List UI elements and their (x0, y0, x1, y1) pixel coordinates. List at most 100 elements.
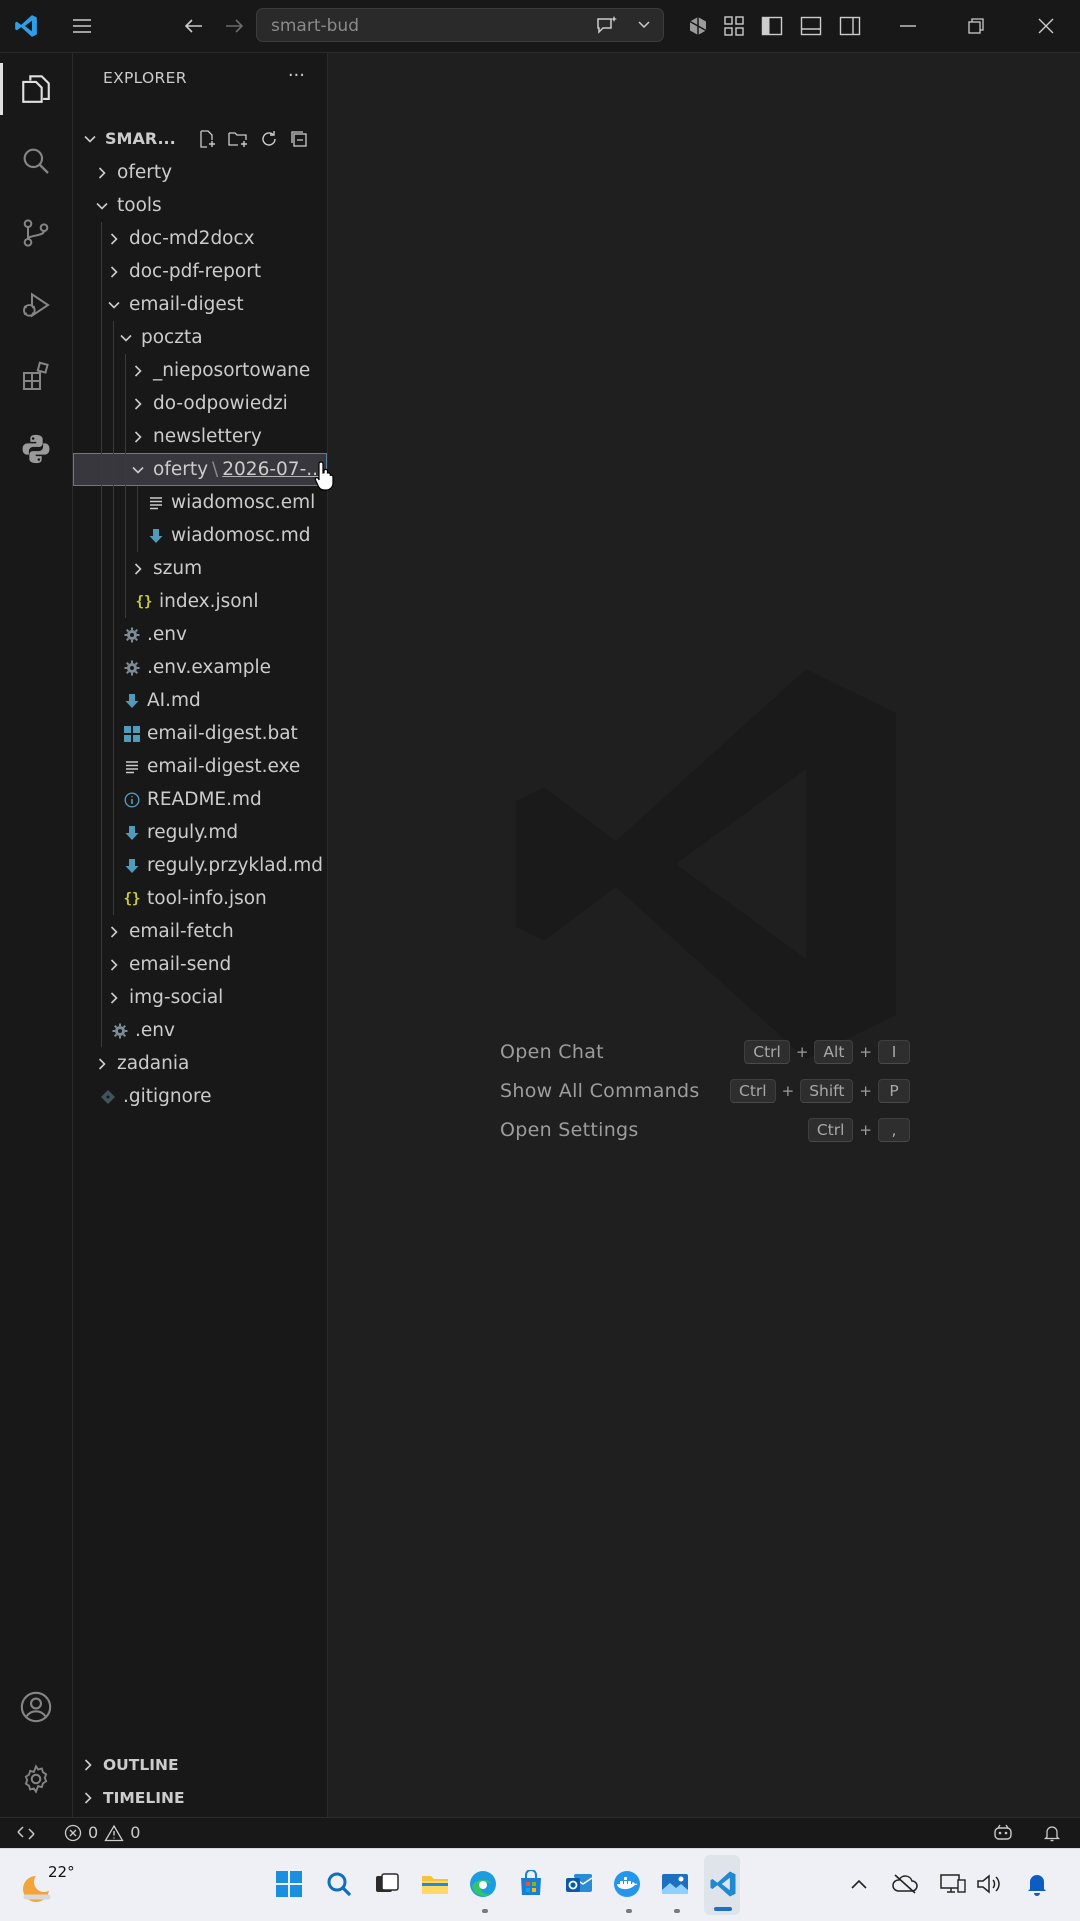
weather-widget[interactable]: 22° (14, 1863, 75, 1907)
manage-gear-icon[interactable] (0, 1743, 72, 1815)
tree-folder-row[interactable]: tools (73, 189, 327, 222)
shortcut-hint-row[interactable]: Open Chat Ctrl + Alt + I (500, 1037, 910, 1067)
explorer-icon[interactable] (0, 53, 72, 125)
new-file-icon[interactable] (197, 129, 217, 149)
toggle-primary-sidebar-icon[interactable] (758, 12, 786, 40)
tree-folder-row[interactable]: oferty \ 2026-07-... (73, 453, 327, 486)
tree-file-row[interactable]: email-digest.bat (73, 717, 327, 750)
tree-file-row[interactable]: .env (73, 618, 327, 651)
file-explorer-icon[interactable] (418, 1867, 452, 1901)
timeline-section[interactable]: TIMELINE (73, 1781, 327, 1814)
tree-file-row[interactable]: reguly.md (73, 816, 327, 849)
chevron-down-icon (129, 461, 147, 479)
edge-browser-icon[interactable] (466, 1867, 500, 1901)
tree-file-row[interactable]: reguly.przyklad.md (73, 849, 327, 882)
tree-folder-row[interactable]: email-send (73, 948, 327, 981)
tree-file-row[interactable]: AI.md (73, 684, 327, 717)
extensions-icon[interactable] (0, 341, 72, 413)
new-folder-icon[interactable] (227, 129, 249, 149)
customize-layout-icon[interactable] (720, 12, 748, 40)
volume-icon[interactable] (972, 1867, 1006, 1901)
tree-folder-row[interactable]: do-odpowiedzi (73, 387, 327, 420)
tree-folder-row[interactable]: doc-md2docx (73, 222, 327, 255)
windows-start-icon[interactable] (272, 1867, 306, 1901)
tree-item-label: wiadomosc.md (171, 525, 311, 546)
microsoft-store-icon[interactable] (514, 1867, 548, 1901)
tree-file-row[interactable]: {} tool-info.json (73, 882, 327, 915)
tree-item-label: AI.md (147, 690, 201, 711)
back-arrow-icon[interactable] (180, 12, 208, 40)
vscode-taskbar-icon[interactable] (706, 1867, 740, 1901)
tree-file-row[interactable]: {} index.jsonl (73, 585, 327, 618)
run-debug-icon[interactable] (0, 269, 72, 341)
tree-folder-row[interactable]: oferty (73, 156, 327, 189)
tree-folder-row[interactable]: zadania (73, 1047, 327, 1080)
tree-item-label: tool-info.json (147, 888, 267, 909)
workspace-root-row[interactable]: SMAR... (73, 122, 327, 155)
source-control-icon[interactable] (0, 197, 72, 269)
toggle-panel-icon[interactable] (797, 12, 825, 40)
docker-icon[interactable] (610, 1867, 644, 1901)
tree-folder-row[interactable]: img-social (73, 981, 327, 1014)
command-center-search[interactable]: smart-bud (256, 8, 664, 42)
tree-folder-row[interactable]: poczta (73, 321, 327, 354)
notification-center-icon[interactable] (1020, 1867, 1054, 1901)
compact-path-segment[interactable]: 2026-07-... (222, 459, 324, 480)
problems-status[interactable]: 0 0 (64, 1823, 140, 1842)
tree-file-row[interactable]: wiadomosc.eml (73, 486, 327, 519)
network-icon[interactable] (936, 1867, 970, 1901)
python-icon[interactable] (0, 413, 72, 485)
tree-item-label: .env (147, 624, 187, 645)
tree-folder-row[interactable]: newslettery (73, 420, 327, 453)
shortcut-hint-row[interactable]: Show All Commands Ctrl + Shift + P (500, 1076, 910, 1106)
vscode-watermark-logo (516, 669, 896, 1059)
outline-section[interactable]: OUTLINE (73, 1748, 327, 1781)
tree-item-label: img-social (129, 987, 224, 1008)
key-cap: I (878, 1040, 910, 1064)
tree-file-row[interactable]: README.md (73, 783, 327, 816)
tree-folder-row[interactable]: doc-pdf-report (73, 255, 327, 288)
chevron-right-icon (93, 1055, 111, 1073)
tree-item-label: email-digest (129, 294, 244, 315)
indent-guide (125, 354, 126, 618)
tree-file-row[interactable]: .env (73, 1014, 327, 1047)
refresh-icon[interactable] (259, 129, 279, 149)
tree-folder-row[interactable]: email-digest (73, 288, 327, 321)
tree-item-label: email-fetch (129, 921, 234, 942)
copilot-status-icon[interactable] (992, 1823, 1014, 1843)
forward-arrow-icon[interactable] (220, 12, 248, 40)
tree-folder-row[interactable]: szum (73, 552, 327, 585)
accounts-icon[interactable] (0, 1671, 72, 1743)
more-actions-icon[interactable]: ··· (288, 65, 305, 86)
cloud-offline-icon[interactable] (888, 1867, 922, 1901)
search-icon[interactable] (0, 125, 72, 197)
tree-file-row[interactable]: .gitignore (73, 1080, 327, 1113)
taskbar-search-icon[interactable] (322, 1867, 356, 1901)
restore-window-icon[interactable] (962, 12, 990, 40)
remote-indicator-icon[interactable] (16, 1824, 36, 1842)
chevron-down-icon (81, 130, 99, 148)
shortcut-hint-row[interactable]: Open Settings Ctrl +, (500, 1115, 910, 1145)
photos-app-icon[interactable] (658, 1867, 692, 1901)
tree-file-row[interactable]: wiadomosc.md (73, 519, 327, 552)
tree-folder-row[interactable]: email-fetch (73, 915, 327, 948)
task-view-icon[interactable] (370, 1867, 404, 1901)
outlook-icon[interactable] (562, 1867, 596, 1901)
tree-file-row[interactable]: .env.example (73, 651, 327, 684)
timeline-title: TIMELINE (103, 1788, 185, 1807)
tree-folder-row[interactable]: _nieposortowane (73, 354, 327, 387)
tree-file-row[interactable]: email-digest.exe (73, 750, 327, 783)
tree-item-label: email-digest.bat (147, 723, 298, 744)
collapse-all-icon[interactable] (289, 129, 309, 149)
toggle-secondary-sidebar-icon[interactable] (836, 12, 864, 40)
info-icon (123, 791, 141, 808)
minimize-icon[interactable] (894, 12, 922, 40)
notifications-bell-icon[interactable] (1042, 1823, 1062, 1843)
show-hidden-icons-chevron-icon[interactable] (842, 1867, 876, 1901)
chevron-down-icon[interactable] (637, 18, 651, 32)
chat-sparkle-icon[interactable] (595, 15, 619, 37)
menu-icon[interactable] (68, 12, 96, 40)
close-icon[interactable] (1032, 12, 1060, 40)
vscode-logo-icon[interactable] (12, 12, 40, 40)
copilot-icon[interactable] (684, 12, 712, 40)
